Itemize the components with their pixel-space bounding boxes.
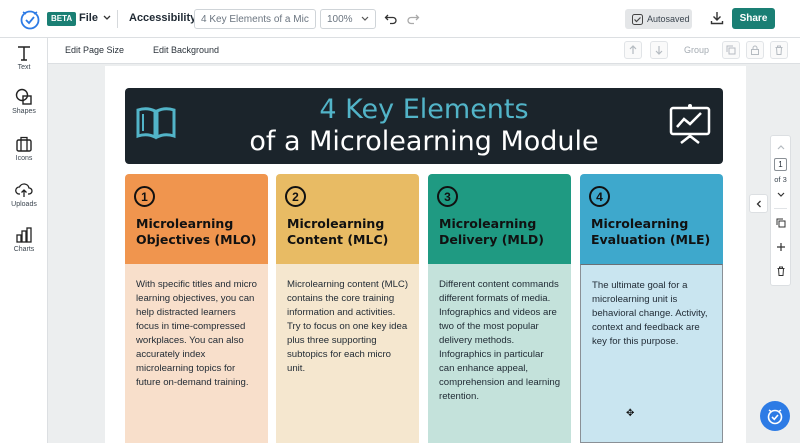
arrow-down-icon (655, 46, 663, 55)
document-title-input[interactable] (194, 9, 316, 29)
check-icon (632, 13, 643, 25)
sidebar-item-label: Charts (13, 246, 35, 253)
briefcase-icon (16, 136, 32, 152)
app-logo-icon[interactable] (19, 8, 41, 30)
divider (117, 10, 118, 28)
zoom-value: 100% (327, 13, 353, 25)
file-menu[interactable]: File (79, 12, 111, 24)
next-page-button[interactable] (771, 188, 790, 202)
file-menu-label: File (79, 12, 98, 24)
move-up-button[interactable] (624, 41, 642, 59)
add-page-button[interactable] (771, 240, 790, 254)
move-cursor-icon: ✥ (626, 408, 635, 419)
card-title: Microlearning Delivery (MLD) (439, 216, 544, 247)
share-button[interactable]: Share (732, 8, 775, 29)
autosaved-status: Autosaved (625, 9, 692, 29)
element-card-1[interactable]: 1 Microlearning Objectives (MLO) With sp… (125, 174, 268, 443)
banner-title-line1: 4 Key Elements (319, 94, 529, 125)
sidebar-item-charts[interactable]: Charts (0, 226, 48, 253)
arrow-up-icon (629, 45, 637, 54)
card-number: 3 (437, 186, 458, 207)
card-header: 2 Microlearning Content (MLC) (276, 174, 419, 264)
chevron-left-icon (756, 200, 761, 207)
chevron-down-icon (777, 192, 784, 197)
card-header: 1 Microlearning Objectives (MLO) (125, 174, 268, 264)
edit-background-button[interactable]: Edit Background (153, 45, 219, 55)
sidebar-item-shapes[interactable]: Shapes (0, 88, 48, 115)
card-title: Microlearning Objectives (MLO) (136, 216, 257, 247)
trash-icon (775, 45, 783, 55)
card-header: 4 Microlearning Evaluation (MLE) (580, 174, 723, 264)
page-toolbar: Edit Page Size Edit Background Group (48, 38, 800, 64)
trash-icon (777, 266, 784, 276)
plus-icon (776, 243, 785, 251)
download-icon[interactable] (710, 11, 724, 25)
card-title: Microlearning Content (MLC) (287, 216, 389, 247)
current-page[interactable]: 1 (774, 158, 787, 171)
sidebar-item-label: Uploads (11, 201, 37, 208)
chevron-down-icon (103, 15, 111, 20)
page-count: of 3 (774, 175, 787, 184)
redo-icon[interactable] (406, 11, 420, 25)
sidebar-item-icons[interactable]: Icons (0, 135, 48, 162)
sidebar-item-label: Icons (15, 155, 33, 162)
card-body: With specific titles and micro learning … (125, 264, 268, 443)
card-body: Different content commands different for… (428, 264, 571, 443)
autosaved-label: Autosaved (647, 14, 690, 24)
top-bar: BETA File Accessibility 100% Autosaved S… (0, 0, 800, 38)
move-down-button[interactable] (650, 41, 668, 59)
shapes-icon (15, 88, 32, 105)
card-body: Microlearning content (MLC) contains the… (276, 264, 419, 443)
chevron-down-icon (361, 16, 369, 21)
group-button[interactable]: Group (684, 45, 709, 55)
element-card-4[interactable]: 4 Microlearning Evaluation (MLE) The ult… (580, 174, 723, 443)
card-number: 1 (134, 186, 155, 207)
lock-button[interactable] (746, 41, 764, 59)
left-sidebar: Text Shapes Icons Uploads Charts (0, 38, 48, 443)
presentation-board-icon (669, 104, 711, 144)
undo-icon[interactable] (384, 11, 398, 25)
edit-page-size-button[interactable]: Edit Page Size (65, 45, 124, 55)
collapse-panel-button[interactable] (749, 194, 768, 213)
design-canvas[interactable]: 4 Key Elements of a Microlearning Module… (105, 66, 746, 443)
sidebar-item-text[interactable]: Text (0, 44, 48, 71)
title-banner[interactable]: 4 Key Elements of a Microlearning Module (125, 88, 723, 164)
card-number: 2 (285, 186, 306, 207)
text-icon (18, 46, 30, 61)
upload-icon (15, 183, 33, 197)
page-navigator: 1 of 3 (770, 135, 791, 286)
divider (774, 208, 787, 209)
duplicate-button[interactable] (722, 41, 740, 59)
sidebar-item-uploads[interactable]: Uploads (0, 181, 48, 208)
chart-icon (16, 227, 32, 243)
copy-icon (726, 45, 736, 55)
element-card-2[interactable]: 2 Microlearning Content (MLC) Microlearn… (276, 174, 419, 443)
card-title: Microlearning Evaluation (MLE) (591, 216, 711, 247)
duplicate-page-button[interactable] (771, 216, 790, 230)
lock-icon (751, 45, 759, 55)
zoom-select[interactable]: 100% (320, 9, 376, 29)
banner-title-line2: of a Microlearning Module (249, 126, 599, 157)
card-body: The ultimate goal for a microlearning un… (580, 264, 723, 443)
card-number: 4 (589, 186, 610, 207)
chevron-up-icon (777, 145, 784, 150)
element-card-3[interactable]: 3 Microlearning Delivery (MLD) Different… (428, 174, 571, 443)
accessibility-button[interactable]: Accessibility (129, 12, 196, 24)
beta-badge: BETA (47, 12, 77, 26)
delete-button[interactable] (770, 41, 788, 59)
sidebar-item-label: Shapes (12, 108, 36, 115)
help-logo-icon (767, 409, 783, 425)
help-button[interactable] (760, 401, 790, 431)
card-header: 3 Microlearning Delivery (MLD) (428, 174, 571, 264)
sidebar-item-label: Text (17, 64, 31, 71)
delete-page-button[interactable] (771, 264, 790, 278)
prev-page-button[interactable] (771, 140, 790, 154)
copy-icon (776, 218, 785, 228)
